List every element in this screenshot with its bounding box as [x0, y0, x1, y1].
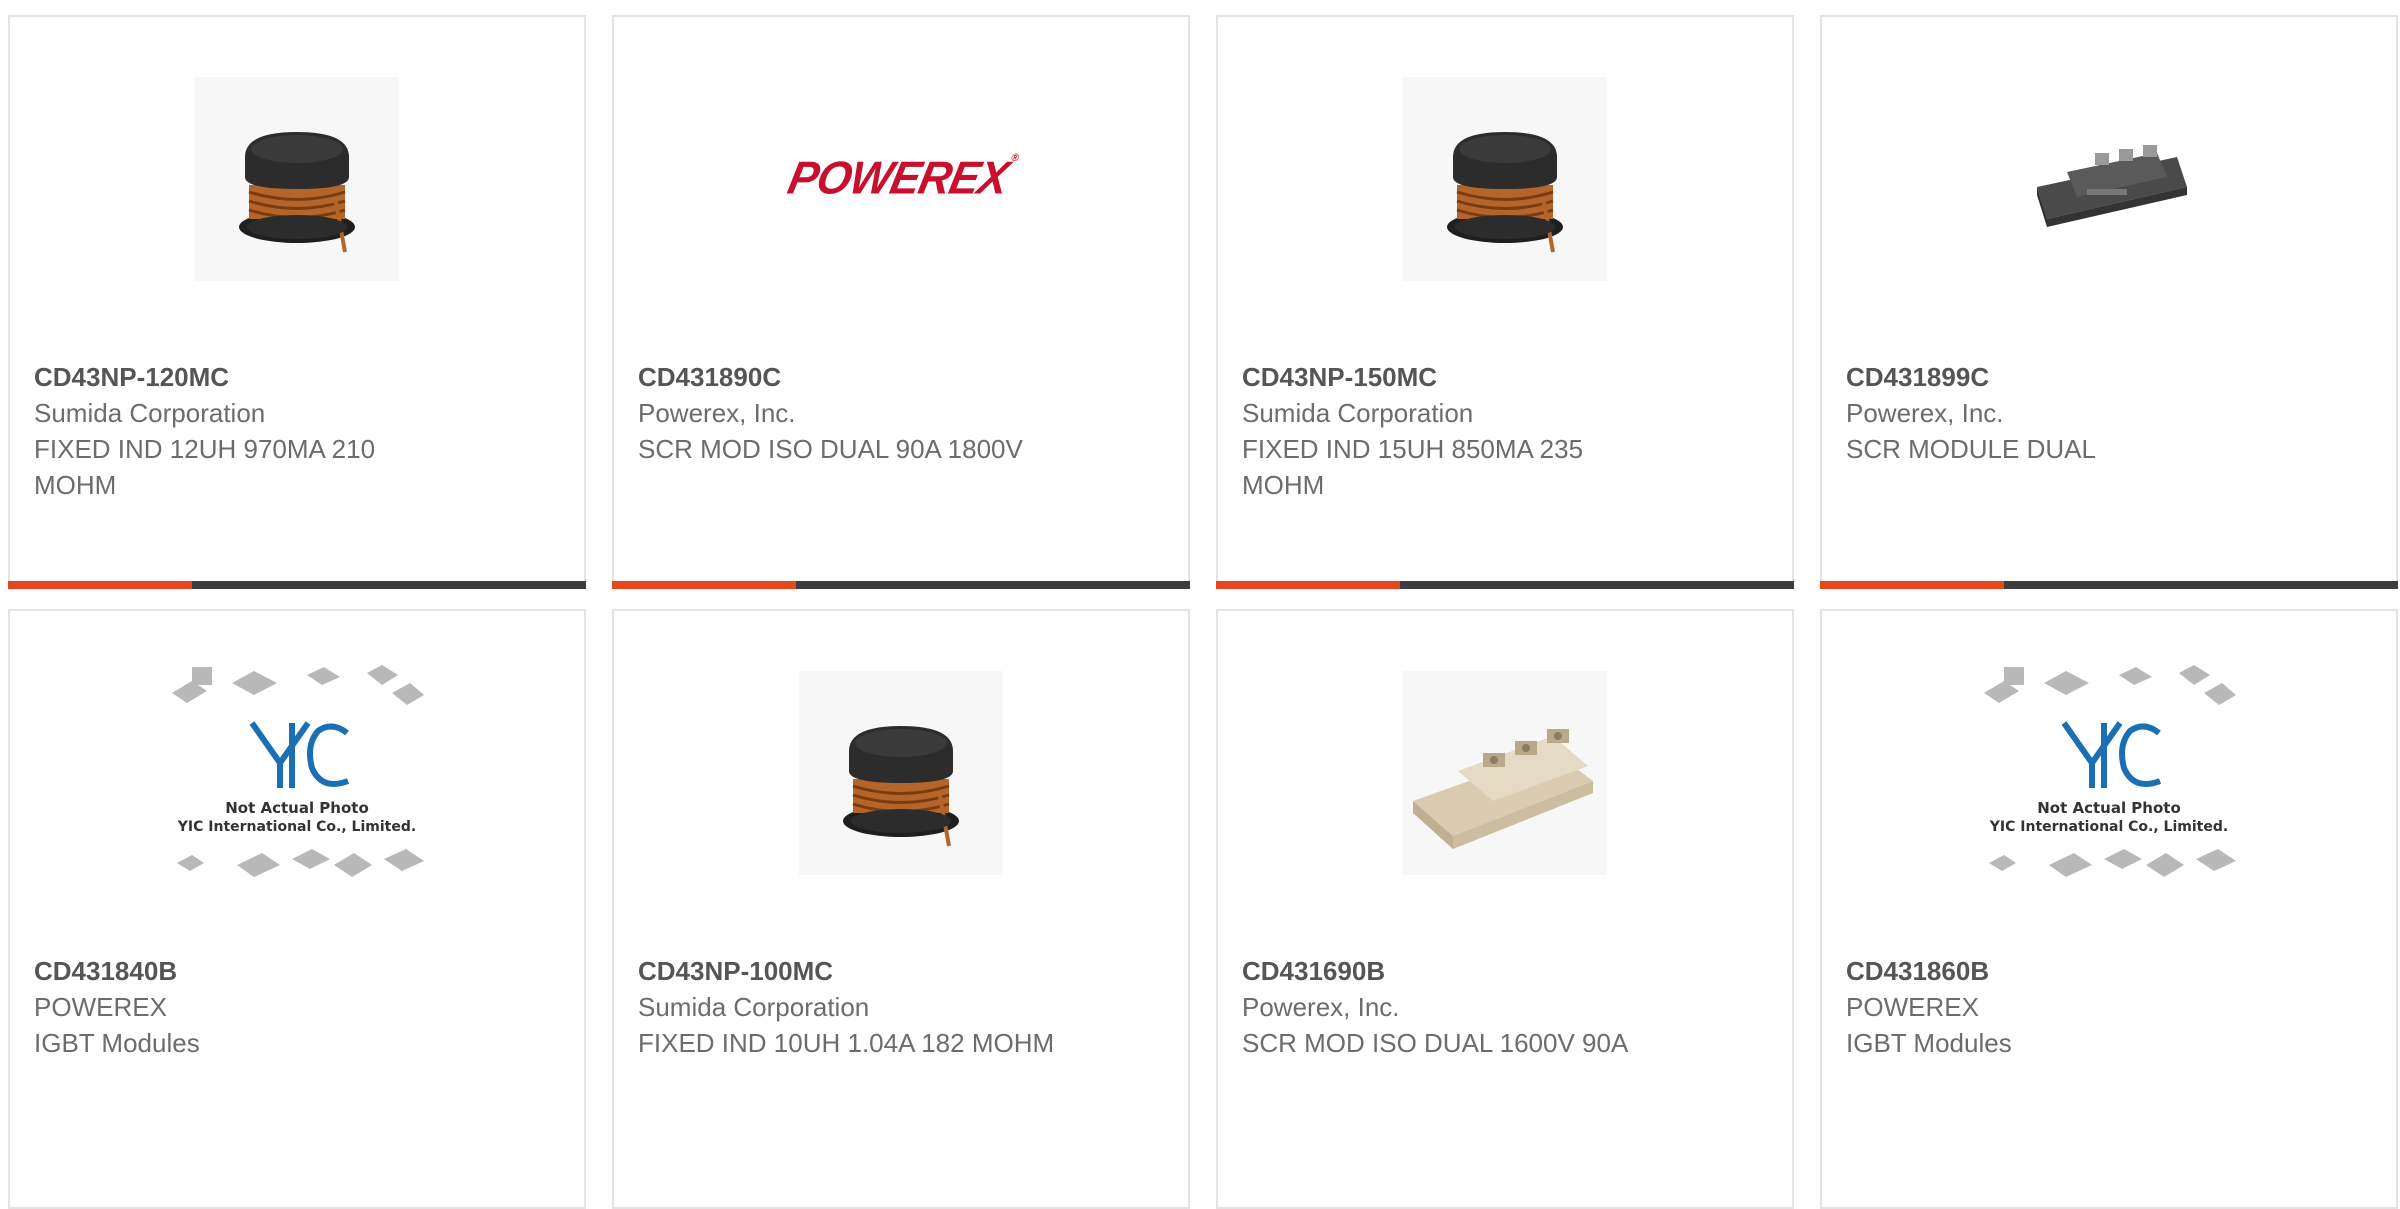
- description: FIXED IND 10UH 1.04A 182 MOHM: [638, 1028, 1055, 1058]
- card-bar-accent: [612, 581, 796, 589]
- part-number[interactable]: CD43NP-100MC: [638, 953, 1164, 989]
- card-bottom-bar: [1820, 581, 2398, 589]
- card-bottom-bar: [612, 581, 1190, 589]
- part-number[interactable]: CD43NP-120MC: [34, 359, 560, 395]
- part-number[interactable]: CD431690B: [1242, 953, 1768, 989]
- part-number[interactable]: CD43NP-150MC: [1242, 359, 1768, 395]
- inductor-icon: [799, 671, 1003, 875]
- manufacturer: Powerex, Inc.: [638, 398, 796, 428]
- product-card[interactable]: CD43NP-150MC Sumida Corporation FIXED IN…: [1216, 15, 1794, 589]
- card-bar-accent: [1820, 581, 2004, 589]
- product-card[interactable]: POWEREX® CD431890C Powerex, Inc. SCR MOD…: [612, 15, 1190, 589]
- description: SCR MOD ISO DUAL 1600V 90A: [1242, 1028, 1629, 1058]
- scr-module-icon: [1403, 671, 1607, 875]
- description: IGBT Modules: [34, 1028, 200, 1058]
- part-number[interactable]: CD431840B: [34, 953, 560, 989]
- product-card[interactable]: CD431690B Powerex, Inc. SCR MOD ISO DUAL…: [1216, 609, 1794, 1209]
- description: SCR MODULE DUAL: [1846, 434, 2096, 464]
- description: SCR MOD ISO DUAL 90A 1800V: [638, 434, 1023, 464]
- part-number[interactable]: CD431899C: [1846, 359, 2372, 395]
- yic-line2: YIC International Co., Limited.: [1989, 819, 2228, 835]
- powerex-logo: POWEREX®: [783, 153, 1018, 206]
- yic-line2: YIC International Co., Limited.: [177, 819, 416, 835]
- card-bar-accent: [8, 581, 192, 589]
- product-image[interactable]: [1218, 77, 1792, 281]
- manufacturer: POWEREX: [1846, 992, 1979, 1022]
- product-card[interactable]: Not Actual Photo YIC International Co., …: [8, 609, 586, 1209]
- part-number[interactable]: CD431890C: [638, 359, 1164, 395]
- yic-placeholder-icon: Not Actual Photo YIC International Co., …: [1984, 665, 2236, 877]
- yic-line1: Not Actual Photo: [2037, 799, 2181, 817]
- product-image[interactable]: [10, 77, 584, 281]
- product-grid: CD43NP-120MC Sumida Corporation FIXED IN…: [8, 15, 2398, 1209]
- inductor-icon: [195, 77, 399, 281]
- yic-placeholder-icon: Not Actual Photo YIC International Co., …: [172, 665, 424, 877]
- manufacturer: Powerex, Inc.: [1242, 992, 1400, 1022]
- description: IGBT Modules: [1846, 1028, 2012, 1058]
- product-image[interactable]: [1218, 671, 1792, 875]
- product-image[interactable]: Not Actual Photo YIC International Co., …: [10, 665, 584, 877]
- product-card[interactable]: CD43NP-120MC Sumida Corporation FIXED IN…: [8, 15, 586, 589]
- manufacturer: Sumida Corporation: [638, 992, 870, 1022]
- description: FIXED IND 15UH 850MA 235 MOHM: [1242, 434, 1584, 500]
- manufacturer: POWEREX: [34, 992, 167, 1022]
- powerex-logo-text: POWEREX: [783, 152, 1013, 205]
- registered-mark: ®: [1009, 152, 1019, 165]
- product-image[interactable]: [1822, 77, 2396, 281]
- part-number[interactable]: CD431860B: [1846, 953, 2372, 989]
- product-image[interactable]: POWEREX®: [614, 77, 1188, 281]
- manufacturer: Sumida Corporation: [1242, 398, 1474, 428]
- product-image[interactable]: [614, 671, 1188, 875]
- description: FIXED IND 12UH 970MA 210 MOHM: [34, 434, 376, 500]
- manufacturer: Sumida Corporation: [34, 398, 266, 428]
- yic-line1: Not Actual Photo: [225, 799, 369, 817]
- card-bottom-bar: [8, 581, 586, 589]
- product-card[interactable]: Not Actual Photo YIC International Co., …: [1820, 609, 2398, 1209]
- card-bar-accent: [1216, 581, 1400, 589]
- manufacturer: Powerex, Inc.: [1846, 398, 2004, 428]
- product-image[interactable]: Not Actual Photo YIC International Co., …: [1822, 665, 2396, 877]
- card-bottom-bar: [1216, 581, 1794, 589]
- product-card[interactable]: CD431899C Powerex, Inc. SCR MODULE DUAL: [1820, 15, 2398, 589]
- scr-module-icon: [2037, 145, 2187, 227]
- product-card[interactable]: CD43NP-100MC Sumida Corporation FIXED IN…: [612, 609, 1190, 1209]
- inductor-icon: [1403, 77, 1607, 281]
